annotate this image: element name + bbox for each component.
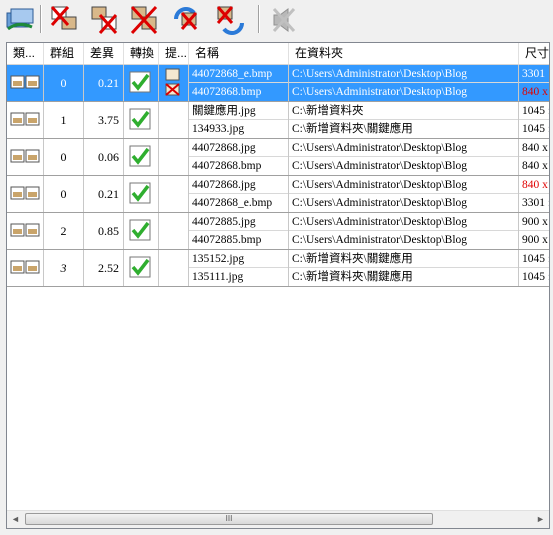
- file-name: 44072868_e.bmp: [192, 197, 273, 209]
- move-right-button[interactable]: [214, 3, 246, 37]
- scroll-left-arrow[interactable]: ◄: [7, 511, 24, 528]
- move-left-button[interactable]: [170, 3, 202, 37]
- folder-path: C:\新增資料夾\關鍵應用: [292, 271, 413, 283]
- image-size: 840 x: [519, 139, 549, 157]
- image-pair-icon: [10, 75, 40, 89]
- move-left-icon: [174, 7, 198, 30]
- image-size: 1045 :: [519, 250, 549, 268]
- delete-left-icon: [50, 6, 77, 30]
- image-size: 900 x: [522, 234, 548, 246]
- column-header-diff[interactable]: 差異: [84, 43, 124, 64]
- checkmark-icon[interactable]: [129, 71, 151, 93]
- folder-path: C:\Users\Administrator\Desktop\Blog: [289, 65, 518, 83]
- group-cell: 3: [44, 250, 84, 286]
- image-size: 3301: [519, 65, 549, 83]
- folder-path: C:\Users\Administrator\Desktop\Blog: [289, 213, 518, 231]
- checkmark-icon[interactable]: [129, 145, 151, 167]
- image-size: 840 x: [519, 176, 549, 194]
- table-row[interactable]: 1 3.75 關鍵應用.jpg 134933.jpg C:\新增資料夾 C:\新…: [7, 102, 550, 139]
- column-header-hint[interactable]: 提...: [159, 43, 189, 64]
- file-name: 44072868.jpg: [189, 139, 288, 157]
- toolbar: [0, 0, 553, 40]
- delete-right-icon: [91, 6, 118, 34]
- folder-path: C:\Users\Administrator\Desktop\Blog: [292, 86, 468, 98]
- folder-path: C:\Users\Administrator\Desktop\Blog: [292, 197, 468, 209]
- duplicate-list-view[interactable]: 類... 群組 差異 轉換 提... 名稱 在資料夾 尺寸 0 0.21 440…: [6, 42, 550, 529]
- delete-marker-icon: [165, 68, 180, 96]
- folder-path: C:\新增資料夾: [289, 102, 518, 120]
- file-name: 44072868_e.bmp: [189, 65, 288, 83]
- file-name: 135152.jpg: [189, 250, 288, 268]
- image-pair-icon: [10, 223, 40, 237]
- table-row[interactable]: 0 0.06 44072868.jpg 44072868.bmp C:\User…: [7, 139, 549, 176]
- group-cell: 1: [44, 102, 84, 138]
- folder-path: C:\Users\Administrator\Desktop\Blog: [289, 176, 518, 194]
- column-header-convert[interactable]: 轉換: [124, 43, 159, 64]
- table-row[interactable]: 0 0.21 44072868.jpg 44072868_e.bmp C:\Us…: [7, 176, 550, 213]
- file-name: 44072868.bmp: [192, 160, 262, 172]
- table-row[interactable]: 0 0.21 44072868_e.bmp 44072868.bmp C:\Us…: [7, 65, 549, 102]
- diff-cell: 3.75: [84, 102, 124, 138]
- column-header-group[interactable]: 群組: [44, 43, 84, 64]
- delete-left-button[interactable]: [48, 3, 80, 37]
- image-size: 900 x: [519, 213, 549, 231]
- delete-both-icon: [130, 5, 158, 35]
- checkmark-icon[interactable]: [129, 182, 151, 204]
- delete-both-button[interactable]: [128, 3, 160, 37]
- image-pair-icon: [10, 112, 40, 126]
- image-size: 1045 :: [522, 123, 550, 135]
- diff-cell: 2.52: [84, 250, 124, 286]
- mute-button[interactable]: [268, 3, 300, 37]
- folder-path: C:\新增資料夾\關鍵應用: [289, 250, 518, 268]
- image-pair-icon: [10, 260, 40, 274]
- file-name: 44072868.bmp: [192, 86, 262, 98]
- column-header-size[interactable]: 尺寸: [519, 43, 549, 64]
- speaker-mute-icon: [272, 7, 296, 33]
- checkmark-icon[interactable]: [129, 256, 151, 278]
- column-header-name[interactable]: 名稱: [189, 43, 289, 64]
- group-cell: 0: [44, 176, 84, 212]
- folder-path: C:\Users\Administrator\Desktop\Blog: [292, 234, 468, 246]
- image-size: 840 x: [522, 160, 548, 172]
- scroll-right-arrow[interactable]: ►: [532, 511, 549, 528]
- file-name: 44072868.jpg: [189, 176, 288, 194]
- image-pair-icon: [10, 149, 40, 163]
- checkmark-icon[interactable]: [129, 219, 151, 241]
- diff-cell: 0.21: [84, 176, 124, 212]
- diff-cell: 0.06: [84, 139, 124, 175]
- image-pair-icon: [10, 186, 40, 200]
- image-size: 3301 :: [522, 197, 550, 209]
- file-name: 135111.jpg: [192, 271, 244, 283]
- file-name: 關鍵應用.jpg: [189, 102, 288, 120]
- horizontal-scrollbar[interactable]: ◄ III ►: [7, 510, 549, 528]
- diff-cell: 0.21: [84, 65, 124, 101]
- move-right-icon: [216, 6, 244, 35]
- file-name: 44072885.jpg: [189, 213, 288, 231]
- scroll-thumb[interactable]: III: [25, 513, 433, 525]
- folder-path: C:\Users\Administrator\Desktop\Blog: [292, 160, 468, 172]
- scan-icon: [6, 8, 34, 31]
- group-cell: 0: [44, 65, 84, 101]
- list-header: 類... 群組 差異 轉換 提... 名稱 在資料夾 尺寸: [7, 43, 549, 65]
- column-header-type[interactable]: 類...: [7, 43, 44, 64]
- image-size: 1045 :: [519, 102, 549, 120]
- delete-right-button[interactable]: [88, 3, 120, 37]
- table-row[interactable]: 3 2.52 135152.jpg 135111.jpg C:\新增資料夾\關鍵…: [7, 250, 550, 287]
- group-cell: 0: [44, 139, 84, 175]
- diff-cell: 0.85: [84, 213, 124, 249]
- column-header-folder[interactable]: 在資料夾: [289, 43, 519, 64]
- file-name: 44072885.bmp: [192, 234, 262, 246]
- folder-path: C:\新增資料夾\關鍵應用: [292, 123, 413, 135]
- table-row[interactable]: 2 0.85 44072885.jpg 44072885.bmp C:\User…: [7, 213, 549, 250]
- image-size: 1045 :: [522, 271, 550, 283]
- scan-button[interactable]: [4, 3, 36, 37]
- folder-path: C:\Users\Administrator\Desktop\Blog: [289, 139, 518, 157]
- file-name: 134933.jpg: [192, 123, 245, 135]
- image-size: 840 x: [522, 86, 548, 98]
- group-cell: 2: [44, 213, 84, 249]
- checkmark-icon[interactable]: [129, 108, 151, 130]
